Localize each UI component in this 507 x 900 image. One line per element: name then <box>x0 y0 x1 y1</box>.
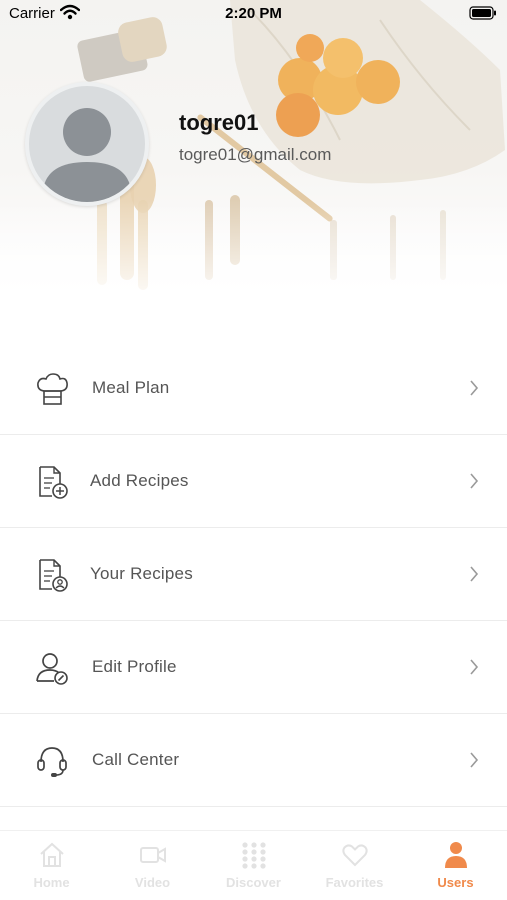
document-add-icon <box>39 466 68 499</box>
status-bar: Carrier 2:20 PM <box>0 0 507 28</box>
menu-item-call-center[interactable]: Call Center <box>0 714 507 807</box>
menu-item-label: Edit Profile <box>92 657 177 676</box>
chevron-right-icon <box>470 380 479 396</box>
profile-menu: Meal Plan Add Recipes Your Recipes Edit … <box>0 342 507 807</box>
tab-label: Discover <box>226 875 281 890</box>
avatar[interactable] <box>25 82 149 206</box>
document-user-icon <box>39 559 68 592</box>
grid-dots-icon <box>241 842 266 869</box>
menu-item-label: Meal Plan <box>92 378 170 397</box>
menu-item-label: Your Recipes <box>90 564 193 583</box>
user-edit-icon <box>36 653 68 685</box>
chevron-right-icon <box>470 752 479 768</box>
menu-item-meal-plan[interactable]: Meal Plan <box>0 342 507 435</box>
tab-home[interactable]: Home <box>1 841 102 890</box>
menu-item-label: Call Center <box>92 750 180 769</box>
chevron-right-icon <box>470 659 479 675</box>
header-fade-overlay <box>0 200 507 305</box>
heart-icon <box>341 844 368 867</box>
chevron-right-icon <box>470 473 479 489</box>
tab-label: Users <box>437 875 474 890</box>
menu-item-edit-profile[interactable]: Edit Profile <box>0 621 507 714</box>
user-icon <box>444 842 467 868</box>
menu-item-add-recipes[interactable]: Add Recipes <box>0 435 507 528</box>
tab-label: Home <box>33 875 70 890</box>
headset-icon <box>37 747 67 777</box>
chevron-right-icon <box>470 566 479 582</box>
menu-item-your-recipes[interactable]: Your Recipes <box>0 528 507 621</box>
chef-hat-icon <box>37 373 68 405</box>
tab-favorites[interactable]: Favorites <box>304 841 405 890</box>
tab-label: Favorites <box>325 875 384 890</box>
tab-video[interactable]: Video <box>102 841 203 890</box>
profile-email: togre01@gmail.com <box>179 145 332 164</box>
tab-users[interactable]: Users <box>405 841 506 890</box>
tab-bar: Home Video Discover Favorites Users <box>0 830 507 900</box>
battery-icon <box>469 6 496 20</box>
status-time: 2:20 PM <box>225 5 282 22</box>
tab-discover[interactable]: Discover <box>203 841 304 890</box>
profile-username: togre01 <box>179 110 259 135</box>
user-placeholder-icon <box>43 108 131 202</box>
home-icon <box>39 842 64 867</box>
video-icon <box>139 847 166 863</box>
menu-item-label: Add Recipes <box>90 471 189 490</box>
tab-label: Video <box>134 875 171 890</box>
